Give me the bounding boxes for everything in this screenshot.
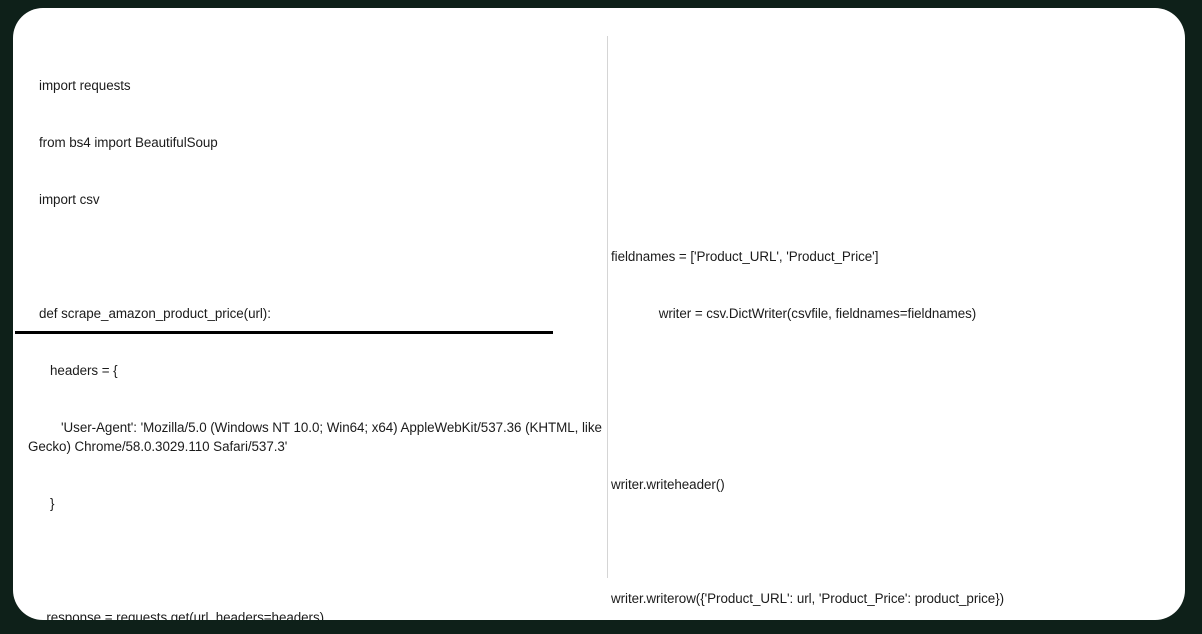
column-divider bbox=[607, 36, 608, 578]
screenshot-root: import requests from bs4 import Beautifu… bbox=[0, 0, 1202, 634]
code-columns: import requests from bs4 import Beautifu… bbox=[13, 8, 1185, 620]
code-line: headers = { bbox=[28, 363, 118, 378]
code-line: writer = csv.DictWriter(csvfile, fieldna… bbox=[611, 306, 977, 321]
code-line: fieldnames = ['Product_URL', 'Product_Pr… bbox=[611, 249, 879, 264]
section-separator-rule bbox=[15, 331, 553, 334]
code-line: writer.writeheader() bbox=[611, 477, 725, 492]
code-line: writer.writerow({'Product_URL': url, 'Pr… bbox=[611, 591, 1005, 606]
right-code-column[interactable]: fieldnames = ['Product_URL', 'Product_Pr… bbox=[611, 38, 1171, 620]
code-line: import csv bbox=[28, 192, 100, 207]
code-line: import requests bbox=[28, 78, 131, 93]
code-card: import requests from bs4 import Beautifu… bbox=[13, 8, 1185, 620]
code-line: 'User-Agent': 'Mozilla/5.0 (Windows NT 1… bbox=[28, 420, 606, 454]
code-line: } bbox=[28, 496, 55, 511]
code-line: from bs4 import BeautifulSoup bbox=[28, 135, 218, 150]
code-line: response = requests.get(url, headers=hea… bbox=[28, 610, 324, 620]
code-line: def scrape_amazon_product_price(url): bbox=[28, 306, 271, 321]
left-code-column[interactable]: import requests from bs4 import Beautifu… bbox=[28, 38, 606, 620]
